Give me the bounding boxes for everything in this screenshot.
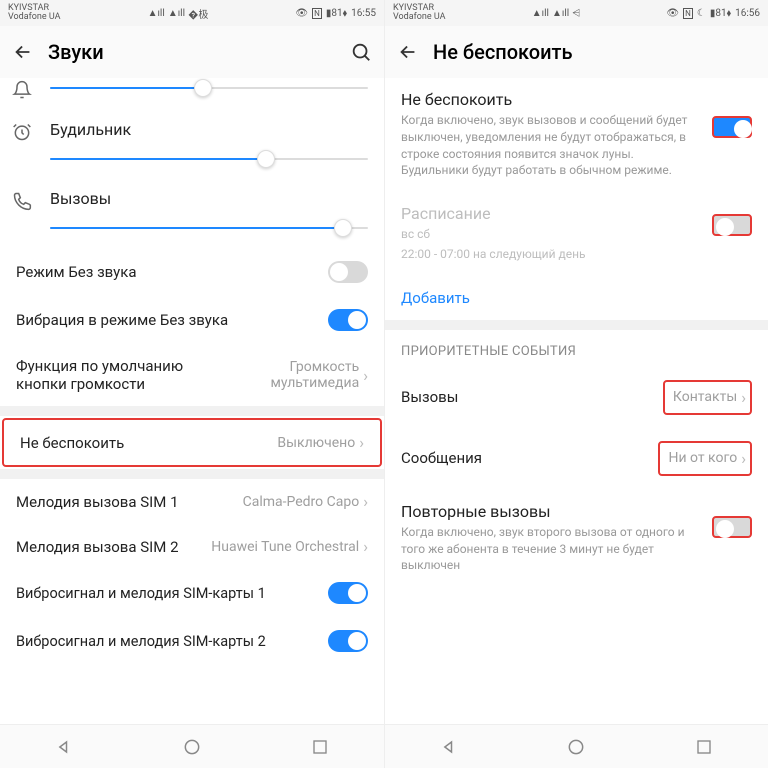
melody-slider[interactable] [50,78,368,98]
alarm-label: Будильник [50,120,368,139]
page-title: Не беспокоить [433,40,756,64]
nav-bar [385,724,768,768]
row-add-schedule[interactable]: Добавить [385,276,768,320]
carrier-2: Vodafone UA [8,13,60,22]
row-vibrate-silent[interactable]: Вибрация в режиме Без звука [0,296,384,344]
row-silent-mode[interactable]: Режим Без звука [0,248,384,296]
carrier-2: Vodafone UA [393,13,445,22]
alarm-slider[interactable] [50,149,368,169]
signal-icons: ▲ıll▲ıll⩤ [532,8,581,19]
priority-header: ПРИОРИТЕТНЫЕ СОБЫТИЯ [385,330,768,367]
nav-bar [0,724,384,768]
slider-call: Вызовы [0,179,384,248]
call-label: Вызовы [50,189,368,208]
call-slider[interactable] [50,218,368,238]
dnd-toggle[interactable] [712,116,752,138]
chevron-right-icon: › [363,366,368,385]
moon-icon: ☾ [697,8,706,19]
app-bar: Не беспокоить [385,26,768,78]
back-button[interactable] [397,41,419,63]
slider-melody [0,78,384,110]
row-priority-messages[interactable]: Сообщения Ни от кого › [385,428,768,489]
row-ringtone-sim1[interactable]: Мелодия вызова SIM 1 Calma-Pedro Capo › [0,479,384,524]
bell-icon [12,80,36,100]
row-repeat-calls[interactable]: Повторные вызовы Когда включено, звук вт… [385,489,768,587]
vibrate-silent-toggle[interactable] [328,309,368,331]
chevron-right-icon: › [363,537,368,556]
row-schedule[interactable]: Расписание вс сб 22:00 - 07:00 на следую… [385,191,768,276]
page-title: Звуки [48,40,336,64]
screen-sounds: KYIVSTAR Vodafone UA ▲ıll▲ıll�极 👁 N ▮81⬧… [0,0,384,768]
clock-text: 16:56 [735,8,760,19]
chevron-right-icon: › [741,449,746,468]
nav-back[interactable] [53,736,75,758]
battery-icon: ▮81⬧ [326,8,347,19]
row-dnd-main[interactable]: Не беспокоить Когда включено, звук вызов… [385,78,768,191]
vibrate-sim1-toggle[interactable] [328,582,368,604]
phone-icon [12,191,36,211]
chevron-right-icon: › [359,433,364,452]
nav-recent[interactable] [693,736,715,758]
screen-dnd: KYIVSTAR Vodafone UA ▲ıll▲ıll⩤ 👁 N ☾ ▮81… [384,0,768,768]
battery-icon: ▮81⬧ [710,8,731,19]
back-button[interactable] [12,41,34,63]
nav-recent[interactable] [309,736,331,758]
slider-alarm: Будильник [0,110,384,179]
vibrate-sim2-toggle[interactable] [328,630,368,652]
chevron-right-icon: › [363,492,368,511]
nav-home[interactable] [181,736,203,758]
row-dnd[interactable]: Не беспокоить Выключено › [2,418,382,467]
nav-back[interactable] [438,736,460,758]
row-vibrate-sim2[interactable]: Вибросигнал и мелодия SIM-карты 2 [0,617,384,665]
alarm-icon [12,122,36,142]
repeat-calls-toggle[interactable] [712,516,752,538]
eye-icon: 👁 [666,8,679,19]
chevron-right-icon: › [741,388,746,407]
nfc-icon: N [312,8,322,19]
row-volume-default[interactable]: Функция по умолчанию кнопки громкости Гр… [0,344,384,406]
status-bar: KYIVSTAR Vodafone UA ▲ıll▲ıll�极 👁 N ▮81⬧… [0,0,384,26]
clock-text: 16:55 [351,8,376,19]
nav-home[interactable] [565,736,587,758]
schedule-toggle[interactable] [712,214,752,236]
nfc-icon: N [683,8,693,19]
app-bar: Звуки [0,26,384,78]
row-vibrate-sim1[interactable]: Вибросигнал и мелодия SIM-карты 1 [0,569,384,617]
row-priority-calls[interactable]: Вызовы Контакты › [385,367,768,428]
status-bar: KYIVSTAR Vodafone UA ▲ıll▲ıll⩤ 👁 N ☾ ▮81… [385,0,768,26]
row-ringtone-sim2[interactable]: Мелодия вызова SIM 2 Huawei Tune Orchest… [0,524,384,569]
eye-icon: 👁 [295,8,308,19]
search-button[interactable] [350,41,372,63]
signal-icons: ▲ıll▲ıll�极 [148,6,209,21]
silent-toggle[interactable] [328,261,368,283]
